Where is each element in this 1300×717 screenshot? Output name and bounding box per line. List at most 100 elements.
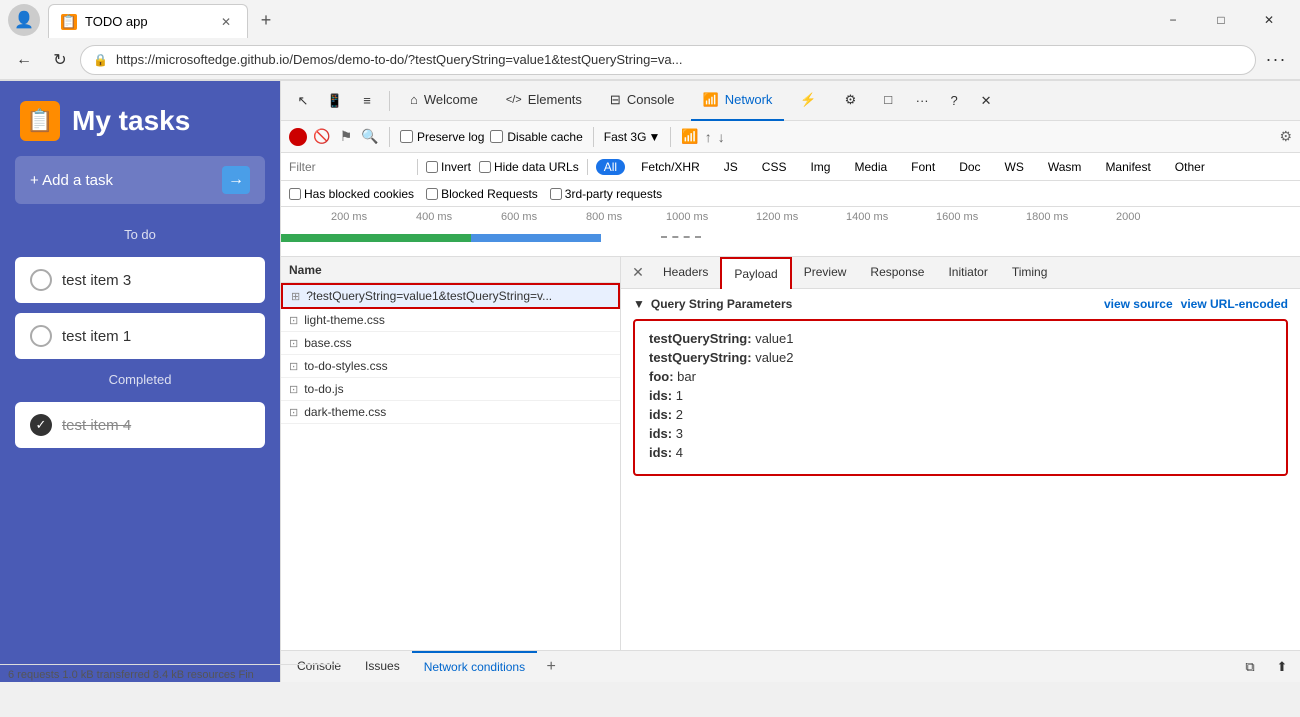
blocked-requests-text: Blocked Requests bbox=[441, 187, 538, 201]
task-checkbox[interactable] bbox=[30, 269, 52, 291]
task-complete-check[interactable]: ✓ bbox=[30, 414, 52, 436]
detail-tab-initiator[interactable]: Initiator bbox=[936, 257, 999, 289]
bottom-tab-network-conditions[interactable]: Network conditions bbox=[412, 651, 537, 683]
download-icon[interactable]: ↓ bbox=[718, 129, 725, 145]
has-blocked-cookies-checkbox[interactable] bbox=[289, 188, 301, 200]
request-row-dark-theme[interactable]: ⊡ dark-theme.css bbox=[281, 401, 620, 424]
window-controls: − □ ✕ bbox=[1150, 4, 1292, 36]
toolbar-sep3 bbox=[670, 127, 671, 147]
tab-close-button[interactable]: ✕ bbox=[217, 13, 235, 31]
preserve-log-checkbox[interactable] bbox=[400, 130, 413, 143]
tl-label-800: 800 ms bbox=[586, 211, 622, 223]
devtools-more-button[interactable]: ··· bbox=[908, 87, 936, 115]
detail-tab-response[interactable]: Response bbox=[858, 257, 936, 289]
tab-sidebar[interactable]: □ bbox=[872, 81, 904, 121]
address-bar[interactable]: 🔒 https://microsoftedge.github.io/Demos/… bbox=[80, 45, 1256, 75]
browser-menu-button[interactable]: ··· bbox=[1260, 44, 1292, 76]
filter-doc-button[interactable]: Doc bbox=[951, 159, 988, 175]
tl-label-2000: 2000 bbox=[1116, 211, 1140, 223]
new-tab-button[interactable]: + bbox=[248, 2, 284, 38]
undock-button[interactable]: ⧉ bbox=[1236, 653, 1264, 681]
clear-button[interactable]: 🚫 bbox=[313, 128, 331, 146]
filter-input[interactable] bbox=[289, 160, 409, 174]
close-button[interactable]: ✕ bbox=[1246, 4, 1292, 36]
task-checkbox[interactable] bbox=[30, 325, 52, 347]
detail-tab-timing[interactable]: Timing bbox=[1000, 257, 1060, 289]
param-row-3: ids: 1 bbox=[649, 388, 1272, 403]
todo-icon: 📋 bbox=[20, 101, 60, 141]
tab-performance[interactable]: ⚡ bbox=[788, 81, 828, 121]
upload-icon[interactable]: ↑ bbox=[705, 129, 712, 145]
tab-network[interactable]: 📶 Network bbox=[691, 81, 785, 121]
view-url-encoded-link[interactable]: view URL-encoded bbox=[1181, 297, 1288, 311]
detail-tab-preview[interactable]: Preview bbox=[792, 257, 859, 289]
invert-checkbox[interactable] bbox=[426, 161, 438, 173]
wifi-offline-icon[interactable]: 📶 bbox=[681, 128, 698, 145]
add-tab-button[interactable]: + bbox=[537, 653, 565, 681]
request-row-todo-styles[interactable]: ⊡ to-do-styles.css bbox=[281, 355, 620, 378]
task-item[interactable]: test item 3 bbox=[15, 257, 265, 303]
tab-welcome[interactable]: ⌂ Welcome bbox=[398, 81, 490, 121]
request-row-base[interactable]: ⊡ base.css bbox=[281, 332, 620, 355]
filter-ws-button[interactable]: WS bbox=[997, 159, 1032, 175]
record-button[interactable] bbox=[289, 128, 307, 146]
param-row-4: ids: 2 bbox=[649, 407, 1272, 422]
browser-tab[interactable]: 📋 TODO app ✕ bbox=[48, 4, 248, 38]
task-item[interactable]: test item 1 bbox=[15, 313, 265, 359]
detail-tab-headers[interactable]: Headers bbox=[651, 257, 720, 289]
filter-css-button[interactable]: CSS bbox=[754, 159, 795, 175]
tab-elements[interactable]: </> Elements bbox=[494, 81, 594, 121]
request-name: ?testQueryString=value1&testQueryString=… bbox=[306, 289, 610, 303]
filter-js-button[interactable]: JS bbox=[716, 159, 746, 175]
filter-font-button[interactable]: Font bbox=[903, 159, 943, 175]
back-button[interactable]: ← bbox=[8, 44, 40, 76]
filter-all-button[interactable]: All bbox=[596, 159, 625, 175]
minimize-button[interactable]: − bbox=[1150, 4, 1196, 36]
throttle-dropdown[interactable]: Fast 3G ▼ bbox=[604, 130, 661, 144]
devtools-device-button[interactable]: 📱 bbox=[321, 87, 349, 115]
devtools-inspect-button[interactable]: ↖ bbox=[289, 87, 317, 115]
param-key: testQueryString: bbox=[649, 350, 755, 365]
add-task-button[interactable]: + Add a task → bbox=[15, 156, 265, 204]
devtools-breadcrumb-button[interactable]: ≡ bbox=[353, 87, 381, 115]
detail-tab-payload[interactable]: Payload bbox=[720, 257, 791, 289]
profile-avatar[interactable]: 👤 bbox=[8, 4, 40, 36]
disable-cache-checkbox[interactable] bbox=[490, 130, 503, 143]
blocked-requests-checkbox[interactable] bbox=[426, 188, 438, 200]
request-row-todo-js[interactable]: ⊡ to-do.js bbox=[281, 378, 620, 401]
filter-toggle-button[interactable]: ⚑ bbox=[337, 128, 355, 146]
request-row-main[interactable]: ⊞ ?testQueryString=value1&testQueryStrin… bbox=[281, 283, 620, 309]
devtools-close-button[interactable]: ✕ bbox=[972, 87, 1000, 115]
filter-manifest-button[interactable]: Manifest bbox=[1097, 159, 1158, 175]
param-key: foo: bbox=[649, 369, 677, 384]
tab-console-label: Console bbox=[627, 92, 675, 107]
filter-img-button[interactable]: Img bbox=[802, 159, 838, 175]
completed-task-item[interactable]: ✓ test item 4 bbox=[15, 402, 265, 448]
expand-icon: ▼ bbox=[633, 297, 645, 311]
todo-section-label: To do bbox=[0, 219, 280, 252]
filter-fetch-xhr-button[interactable]: Fetch/XHR bbox=[633, 159, 708, 175]
request-js-icon: ⊡ bbox=[289, 383, 298, 396]
view-source-link[interactable]: view source bbox=[1104, 297, 1173, 311]
filter-other-button[interactable]: Other bbox=[1167, 159, 1213, 175]
third-party-checkbox[interactable] bbox=[550, 188, 562, 200]
throttle-value: Fast 3G bbox=[604, 130, 647, 144]
devtools-help-button[interactable]: ? bbox=[940, 87, 968, 115]
filter-sep bbox=[417, 159, 418, 175]
add-task-label: + Add a task bbox=[30, 172, 113, 189]
request-row-light-theme[interactable]: ⊡ light-theme.css bbox=[281, 309, 620, 332]
tab-console[interactable]: ⊟ Console bbox=[598, 81, 687, 121]
preserve-log-text: Preserve log bbox=[417, 130, 484, 144]
refresh-button[interactable]: ↻ bbox=[44, 44, 76, 76]
filter-wasm-button[interactable]: Wasm bbox=[1040, 159, 1090, 175]
hide-data-urls-checkbox[interactable] bbox=[479, 161, 491, 173]
devtools-settings-icon[interactable]: ⚙ bbox=[1279, 128, 1292, 145]
bottom-tab-issues[interactable]: Issues bbox=[353, 651, 412, 683]
filter-media-button[interactable]: Media bbox=[846, 159, 895, 175]
detail-close-button[interactable]: ✕ bbox=[625, 260, 651, 286]
maximize-button[interactable]: □ bbox=[1198, 4, 1244, 36]
search-button[interactable]: 🔍 bbox=[361, 128, 379, 146]
tl-label-200: 200 ms bbox=[331, 211, 367, 223]
tab-settings[interactable]: ⚙ bbox=[833, 81, 869, 121]
dock-button[interactable]: ⬆ bbox=[1268, 653, 1296, 681]
